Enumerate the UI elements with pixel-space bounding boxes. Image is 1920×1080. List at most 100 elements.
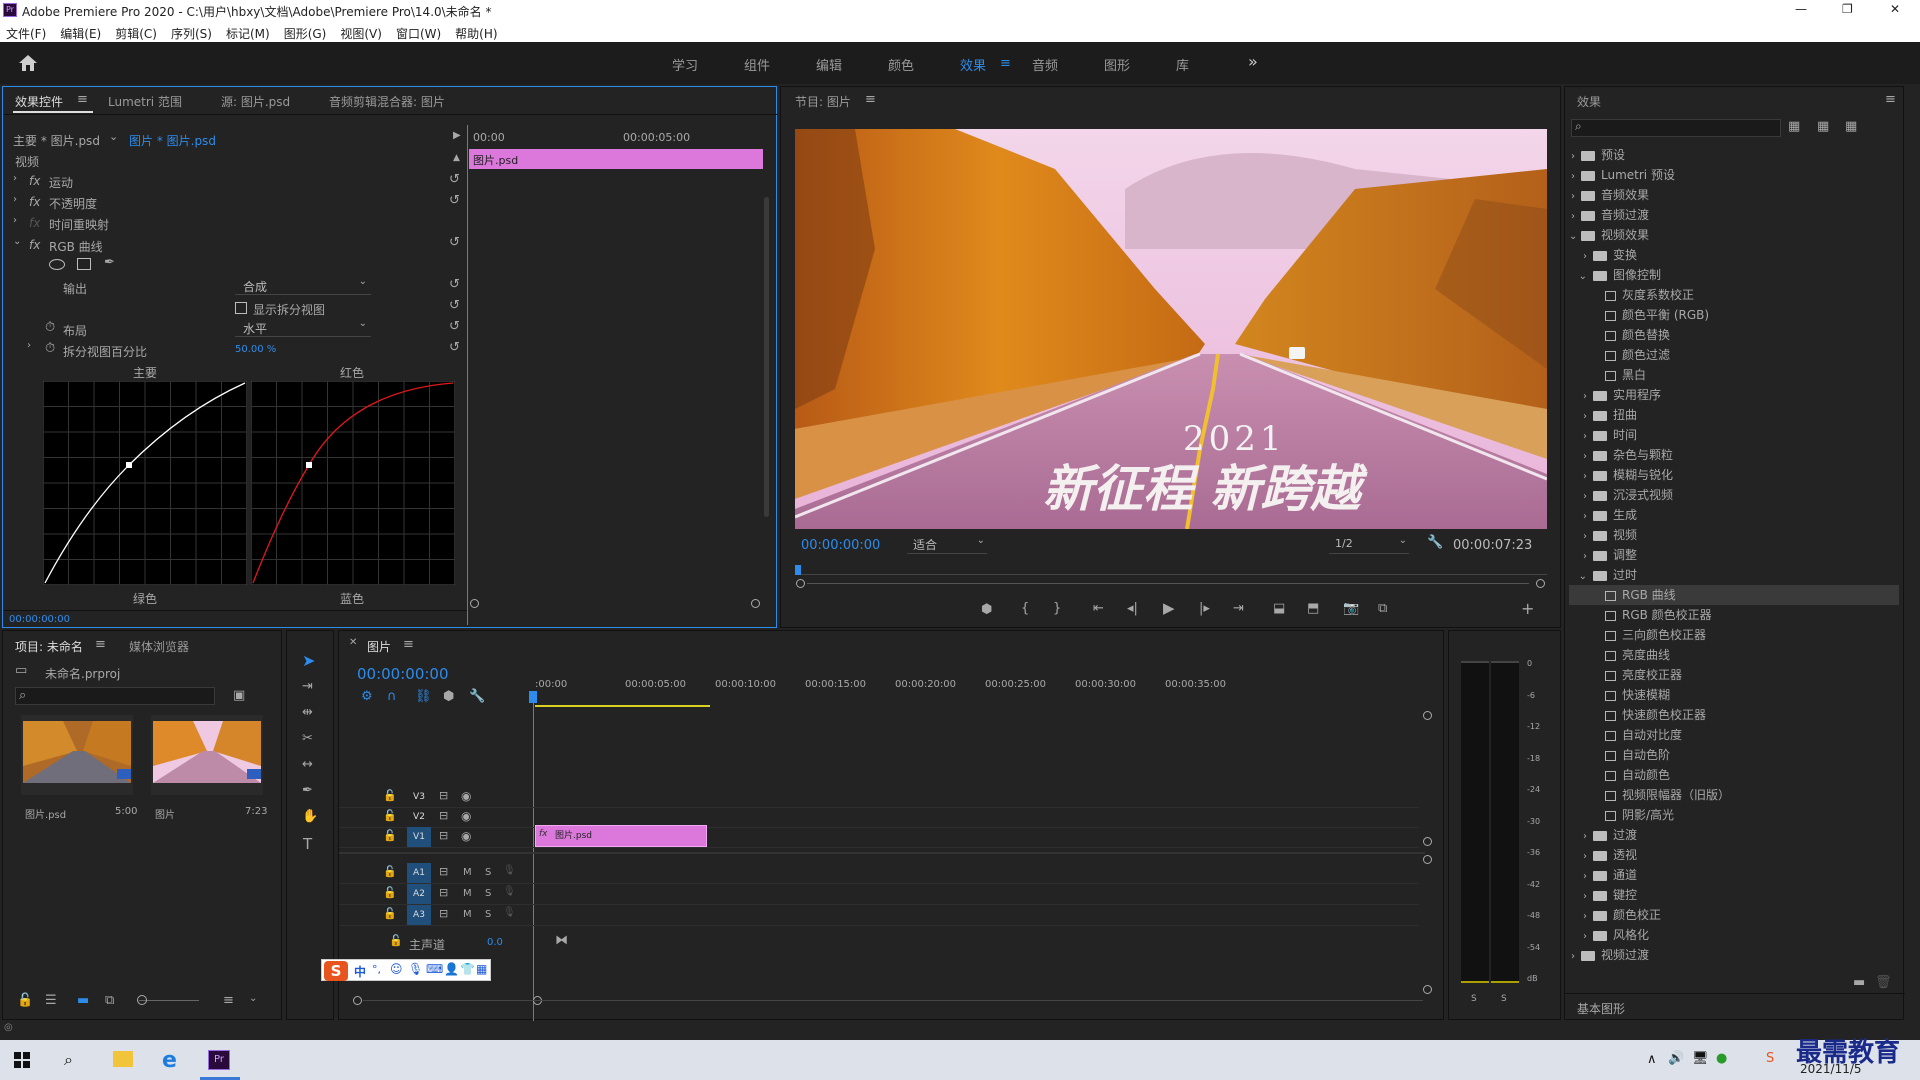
essential-graphics-tab[interactable]: 基本图形: [1577, 1000, 1625, 1017]
sogou-tray-icon[interactable]: S: [1766, 1051, 1774, 1066]
curve-master[interactable]: [43, 381, 247, 585]
nest-toggle-icon[interactable]: ⚙: [361, 689, 373, 704]
razor-tool-icon[interactable]: ✂: [302, 731, 313, 746]
effects-tree-item[interactable]: 灰度系数校正: [1569, 285, 1899, 305]
workspace-tab[interactable]: 颜色: [888, 55, 914, 74]
ec-scrollbar[interactable]: [764, 197, 769, 517]
chevron-down-icon[interactable]: ⌄: [249, 993, 257, 1004]
resolution-dropdown[interactable]: 1/2 ⌄: [1329, 535, 1409, 554]
eye-icon[interactable]: ◉: [461, 789, 471, 803]
effects-tree-item[interactable]: › 扭曲: [1569, 405, 1899, 425]
tab-media-browser[interactable]: 媒体浏览器: [129, 638, 189, 655]
sync-lock-icon[interactable]: ⊟: [439, 865, 448, 878]
effects-tree-item[interactable]: 三向颜色校正器: [1569, 625, 1899, 645]
effects-tree-item[interactable]: › 视频过渡: [1569, 945, 1899, 965]
zoom-left-handle[interactable]: [796, 579, 805, 588]
expand-split-icon[interactable]: ›: [27, 340, 31, 351]
stopwatch-icon[interactable]: ⏱: [45, 341, 55, 356]
track-select-tool-icon[interactable]: ⇥: [302, 679, 313, 694]
effects-tree-item[interactable]: ⌄ 视频效果: [1569, 225, 1899, 245]
reset-icon[interactable]: ↺: [449, 235, 460, 250]
lock-icon[interactable]: 🔓: [17, 993, 33, 1008]
solo-left-button[interactable]: S: [1471, 994, 1477, 1004]
delete-icon[interactable]: 🗑: [1875, 975, 1892, 990]
effects-tree-item[interactable]: › 过渡: [1569, 825, 1899, 845]
lock-icon[interactable]: 🔓: [383, 809, 397, 822]
network-icon[interactable]: 🖥: [1692, 1051, 1709, 1066]
premiere-taskbar-icon[interactable]: Pr: [208, 1050, 230, 1070]
effects-tree-item[interactable]: 视频限幅器（旧版）: [1569, 785, 1899, 805]
track-target[interactable]: A2: [407, 884, 431, 904]
emoji-icon[interactable]: ☺: [390, 962, 403, 976]
effects-tree-item[interactable]: › 风格化: [1569, 925, 1899, 945]
tab-sequence[interactable]: 图片: [367, 638, 391, 655]
mic-icon[interactable]: 🎙: [503, 886, 516, 897]
effects-tree-item[interactable]: › 调整: [1569, 545, 1899, 565]
project-item-thumb-1[interactable]: [21, 715, 133, 795]
step-back-icon[interactable]: ◂|: [1127, 601, 1138, 616]
track-target[interactable]: A3: [407, 905, 431, 925]
keyboard-icon[interactable]: ⌨: [426, 962, 443, 976]
grid-icon[interactable]: ▦: [476, 962, 487, 976]
zoom-bar[interactable]: [807, 583, 1529, 584]
mute-button[interactable]: M: [463, 909, 472, 920]
effects-tree-item[interactable]: › 杂色与颗粒: [1569, 445, 1899, 465]
camera-icon[interactable]: 📷: [1343, 601, 1359, 616]
effects-tree-item[interactable]: › Lumetri 预设: [1569, 165, 1899, 185]
pen-tool-icon[interactable]: ✒: [302, 783, 313, 798]
track-target[interactable]: V1: [407, 827, 431, 847]
icon-view-icon[interactable]: ▬: [77, 993, 89, 1008]
green-tray-icon[interactable]: ●: [1716, 1051, 1727, 1066]
menu-item[interactable]: 标记(M): [226, 25, 270, 42]
effects-tree-item[interactable]: › 沉浸式视频: [1569, 485, 1899, 505]
workspace-tab[interactable]: 组件: [744, 55, 770, 74]
pen-mask-icon[interactable]: ✒: [104, 255, 115, 270]
project-search-input[interactable]: [15, 687, 215, 705]
new-bin-icon[interactable]: ▣: [233, 688, 245, 703]
project-item-thumb-2[interactable]: [151, 715, 263, 795]
effects-tree-item[interactable]: › 生成: [1569, 505, 1899, 525]
workspace-tab[interactable]: 编辑: [816, 55, 842, 74]
effects-tree-item[interactable]: › 视频: [1569, 525, 1899, 545]
sync-lock-icon[interactable]: ⊟: [439, 907, 448, 920]
effects-tree-item[interactable]: 快速模糊: [1569, 685, 1899, 705]
menu-item[interactable]: 文件(F): [6, 25, 46, 42]
effects-tree-item[interactable]: 自动对比度: [1569, 725, 1899, 745]
collapse-rgb-curves-icon[interactable]: ⌄: [13, 236, 21, 247]
tab-effect-controls[interactable]: 效果控件: [15, 93, 63, 110]
eye-icon[interactable]: ◉: [461, 829, 471, 843]
hand-tool-icon[interactable]: ✋: [302, 809, 318, 824]
effects-tree-item[interactable]: 自动颜色: [1569, 765, 1899, 785]
windows-start-icon[interactable]: [14, 1052, 30, 1068]
effect-motion[interactable]: 运动: [49, 174, 73, 191]
workspace-tab[interactable]: 学习: [672, 55, 698, 74]
lock-icon[interactable]: 🔓: [383, 829, 397, 842]
effects-tree-item[interactable]: 亮度校正器: [1569, 665, 1899, 685]
panel-menu-icon[interactable]: ≡: [1885, 92, 1896, 107]
timeline-timecode[interactable]: 00:00:00:00: [357, 665, 449, 683]
yuv-effects-icon[interactable]: ▦: [1845, 119, 1857, 134]
menu-item[interactable]: 图形(G): [284, 25, 327, 42]
master-track-value[interactable]: 0.0: [487, 937, 503, 948]
zoom-right-handle[interactable]: [1536, 579, 1545, 588]
play-icon[interactable]: ▶: [1163, 599, 1175, 617]
effects-tree-item[interactable]: RGB 曲线: [1569, 585, 1899, 605]
expand-opacity-icon[interactable]: ›: [13, 194, 17, 205]
add-marker-icon[interactable]: ⬢: [981, 602, 992, 617]
go-to-out-icon[interactable]: ⇥: [1233, 601, 1244, 616]
freeform-view-icon[interactable]: ⧉: [105, 993, 114, 1008]
file-explorer-icon[interactable]: [113, 1051, 133, 1067]
menu-item[interactable]: 剪辑(C): [115, 25, 157, 42]
menu-item[interactable]: 窗口(W): [396, 25, 441, 42]
workspace-tab[interactable]: 效果: [960, 55, 986, 74]
h-scroll-left[interactable]: [353, 996, 362, 1005]
more-workspaces-button[interactable]: »: [1248, 52, 1258, 71]
collapse-up-icon[interactable]: ▲: [453, 153, 460, 163]
playhead-line[interactable]: [533, 691, 534, 1021]
accelerated-effects-icon[interactable]: ▦: [1788, 119, 1800, 134]
layout-dropdown[interactable]: 水平 ⌄: [235, 318, 371, 337]
effects-tree-item[interactable]: 阴影/高光: [1569, 805, 1899, 825]
tab-source[interactable]: 源: 图片.psd: [221, 93, 290, 110]
comparison-view-icon[interactable]: ⧉: [1378, 601, 1387, 616]
panel-menu-icon[interactable]: ≡: [95, 637, 106, 652]
